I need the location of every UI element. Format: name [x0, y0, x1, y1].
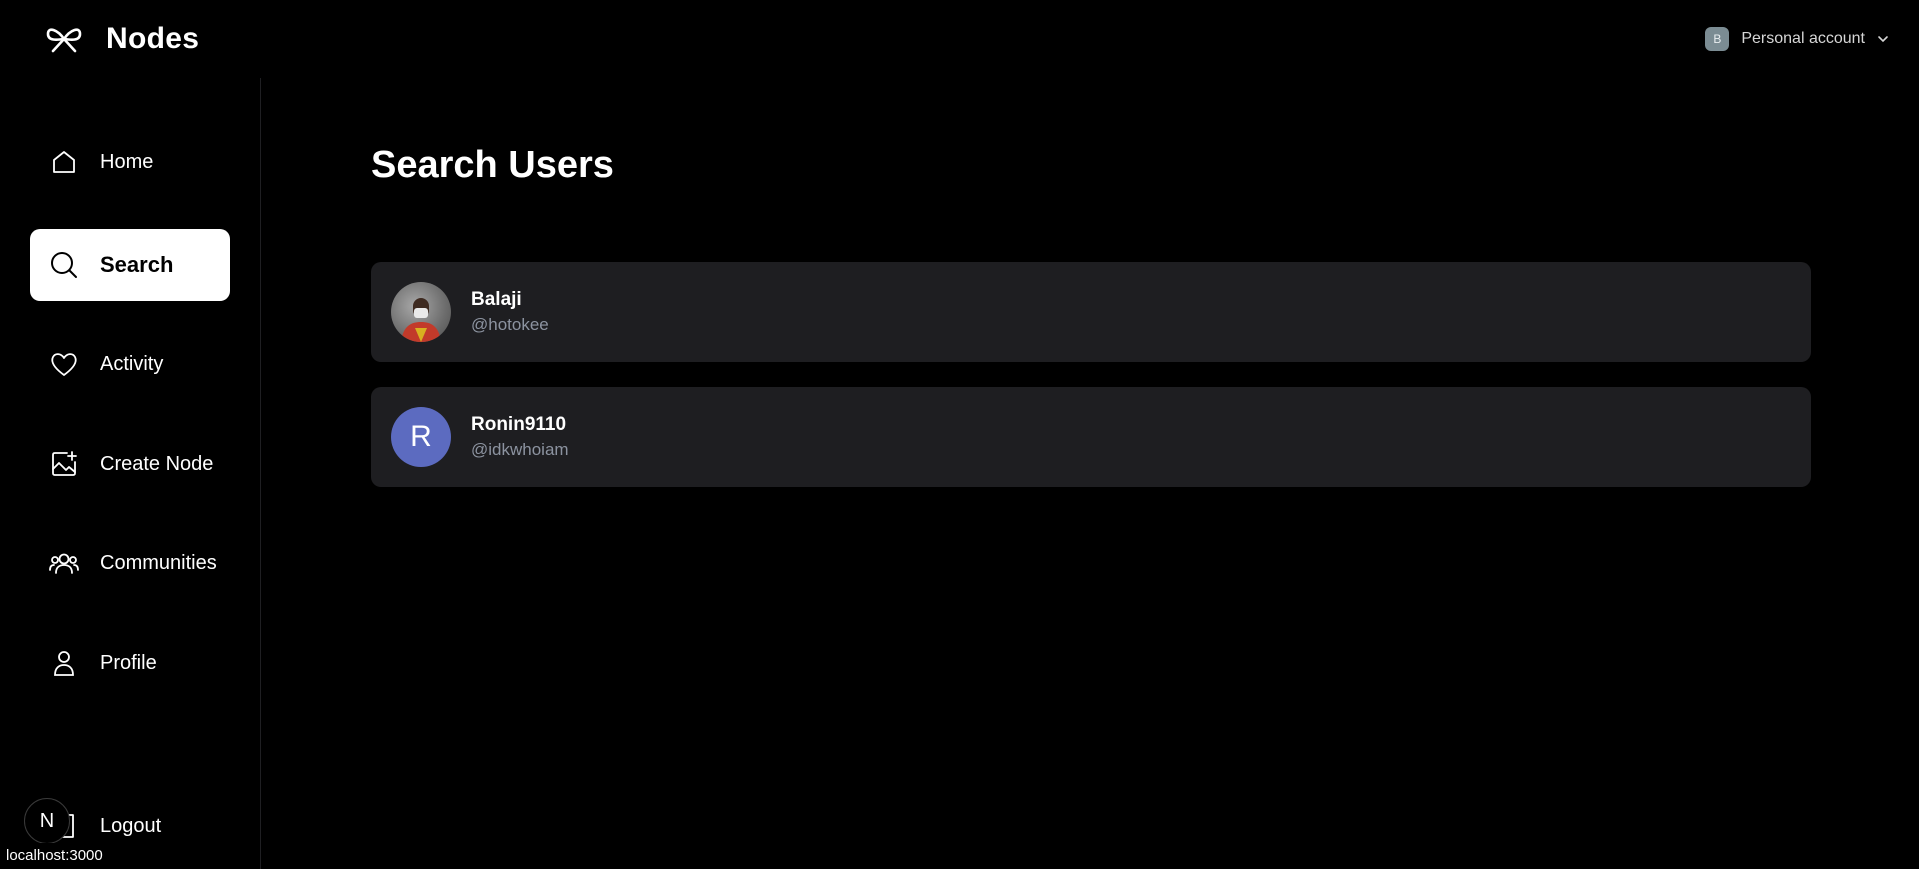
sidebar-item-label: Profile: [100, 651, 157, 674]
sidebar-item-communities[interactable]: Communities: [30, 527, 230, 599]
top-bar: Nodes B Personal account: [0, 0, 1919, 78]
brand[interactable]: Nodes: [44, 22, 199, 56]
sidebar-item-label: Activity: [100, 352, 164, 375]
status-bar-url: localhost:3000: [0, 843, 109, 869]
user-handle: @hotokee: [471, 315, 549, 334]
ribbon-knot-logo-icon: [44, 22, 84, 56]
sidebar-item-label: Search: [100, 252, 174, 277]
image-plus-icon: [48, 448, 80, 480]
user-name: Ronin9110: [471, 414, 567, 435]
user-result-card[interactable]: R Ronin9110 @idkwhoiam: [371, 387, 1811, 487]
sidebar-item-label: Create Node: [100, 452, 214, 475]
sidebar-item-label: Home: [100, 150, 154, 173]
user-text: Balaji @hotokee: [471, 289, 549, 335]
avatar: R: [391, 407, 451, 467]
logout-label: Logout: [100, 814, 162, 837]
dev-indicator-badge[interactable]: N: [24, 798, 70, 844]
user-handle: @idkwhoiam: [471, 440, 569, 459]
search-icon: [48, 249, 80, 281]
page-title: Search Users: [371, 144, 614, 186]
users-icon: [48, 547, 80, 579]
avatar: [391, 282, 451, 342]
sidebar-item-search[interactable]: Search: [30, 229, 230, 301]
account-switcher[interactable]: B Personal account: [1705, 27, 1889, 51]
home-icon: [48, 146, 80, 178]
sidebar-item-activity[interactable]: Activity: [30, 328, 230, 400]
user-icon: [48, 647, 80, 679]
sidebar-item-create-node[interactable]: Create Node: [30, 428, 230, 500]
sidebar: Home Search Activity Create Node Communi…: [0, 78, 261, 869]
chevron-down-icon: [1877, 33, 1889, 45]
account-label: Personal account: [1741, 30, 1865, 47]
user-text: Ronin9110 @idkwhoiam: [471, 414, 569, 460]
user-name: Balaji: [471, 289, 522, 310]
brand-name: Nodes: [106, 22, 200, 55]
account-avatar: B: [1705, 27, 1730, 51]
sidebar-item-label: Communities: [100, 551, 217, 574]
sidebar-item-profile[interactable]: Profile: [30, 627, 230, 699]
heart-icon: [48, 348, 80, 380]
user-result-card[interactable]: Balaji @hotokee: [371, 262, 1811, 362]
sidebar-item-home[interactable]: Home: [30, 126, 230, 198]
